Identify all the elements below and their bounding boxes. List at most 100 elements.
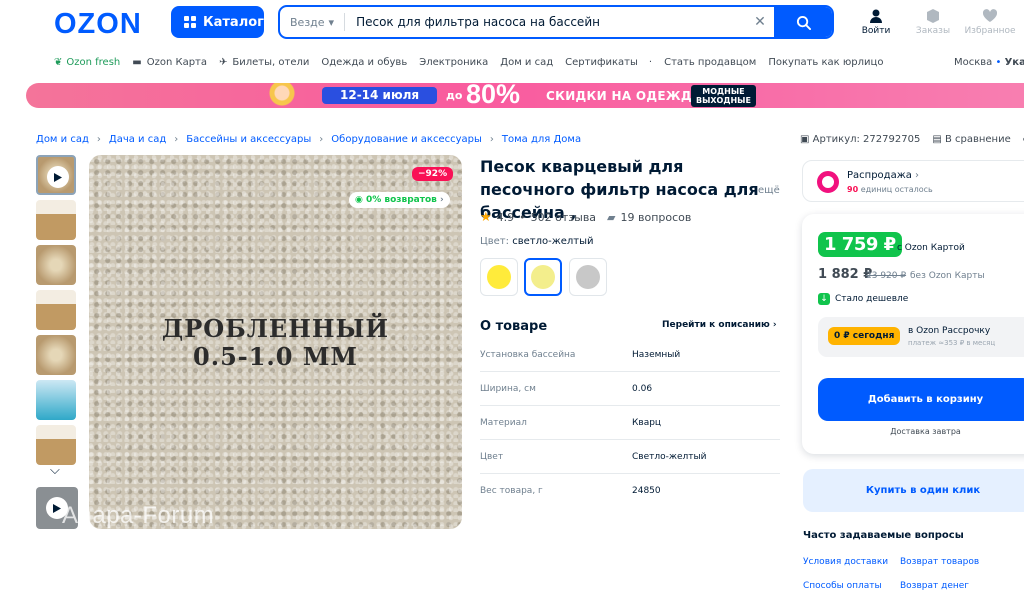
nav-item-home[interactable]: Дом и сад [500, 57, 553, 68]
user-icon [870, 9, 882, 23]
returns-badge[interactable]: ◉ 0% возвратов › [349, 192, 450, 208]
spec-value: Наземный [632, 349, 681, 360]
spec-value: Светло-желтый [632, 451, 707, 462]
faq-link-refund[interactable]: Возврат денег [900, 581, 969, 591]
seller-card[interactable]: Распродажа › 90 единиц осталось [802, 160, 1024, 202]
chevron-down-icon: ▾ [328, 15, 335, 29]
installment-offer[interactable]: 0 ₽ сегодня в Ozon Рассрочку платеж ≈353… [818, 317, 1024, 357]
article-number[interactable]: ▣ Артикул: 272792705 [800, 134, 920, 145]
swatch-dot [531, 265, 555, 289]
city-more: Укаж [1004, 57, 1024, 68]
seller-name-label: Распродажа [847, 170, 912, 181]
product-actions: ▣ Артикул: 272792705 ▤ В сравнение ➦ [800, 134, 1024, 145]
search-bar: Везде ▾ ✕ [278, 5, 834, 39]
color-label: Цвет: светло-желтый [480, 236, 593, 247]
nav-item-clothes[interactable]: Одежда и обувь [321, 57, 407, 68]
color-label-value: светло-желтый [512, 236, 594, 247]
top-nav: ❦ Ozon fresh ▬ Ozon Карта ✈ Билеты, отели О… [54, 57, 883, 68]
thumbnail-image[interactable] [36, 335, 76, 375]
thumbnail-video[interactable] [36, 155, 76, 195]
clear-icon[interactable]: ✕ [746, 14, 774, 30]
spec-key: Ширина, см [480, 383, 536, 394]
faq-link-returns[interactable]: Возврат товаров [900, 557, 979, 567]
nav-item-become-seller[interactable]: Стать продавцом [664, 57, 756, 68]
stock-info: 90 единиц осталось [847, 185, 933, 194]
arrow-down-icon: ↓ [818, 293, 830, 305]
swatch-dot [576, 265, 600, 289]
play-icon [47, 166, 69, 188]
catalog-button[interactable]: Каталог [171, 6, 264, 38]
favorites-button[interactable]: Избранное [960, 8, 1020, 36]
ozon-logo[interactable]: OZON [54, 8, 142, 41]
faq-link-delivery[interactable]: Условия доставки [803, 557, 888, 567]
price-drop-note: ↓ Стало дешевле [818, 293, 908, 305]
old-price: 23 920 ₽ [866, 271, 907, 281]
title-more-link[interactable]: ещё [758, 185, 780, 196]
image-overlay-text: ДРОБЛЕННЫЙ 0.5-1.0 ММ [89, 315, 462, 371]
breadcrumb-item[interactable]: Тома для Дома [502, 134, 581, 145]
nav-item-ozon-card[interactable]: ▬ Ozon Карта [132, 57, 207, 68]
breadcrumb-item[interactable]: Дом и сад [36, 134, 89, 145]
search-scope-select[interactable]: Везде ▾ [280, 13, 346, 31]
orders-button[interactable]: Заказы [903, 8, 963, 36]
card-icon: ▬ [132, 57, 142, 68]
chevron-right-icon: › [439, 195, 444, 205]
breadcrumb-item[interactable]: Бассейны и аксессуары [186, 134, 311, 145]
promo-banner[interactable]: 12-14 июля до 80% СКИДКИ НА ОДЕЖДУ МОДНЫ… [26, 83, 1024, 108]
nav-item-ozon-fresh[interactable]: ❦ Ozon fresh [54, 57, 120, 68]
city-label: Москва [954, 57, 993, 68]
overlay-line1: ДРОБЛЕННЫЙ [161, 314, 390, 343]
thumbnail-image[interactable] [36, 200, 76, 240]
chat-icon: ▣ [800, 134, 810, 145]
questions-count: 19 вопросов [620, 211, 692, 224]
nav-item-certificates[interactable]: Сертификаты · [565, 57, 652, 68]
rating-summary[interactable]: ★ 4.9 • 502 отзыва ▰ 19 вопросов [480, 210, 691, 225]
go-to-description-link[interactable]: Перейти к описанию › [662, 320, 777, 330]
heart-icon [982, 9, 998, 22]
buy-one-click-button[interactable]: Купить в один клик [803, 469, 1024, 512]
installment-subtitle: платеж ≈353 ₽ в месяц [908, 339, 996, 347]
compare-label: В сравнение [944, 134, 1011, 145]
thumbnail-image[interactable] [36, 380, 76, 420]
login-button[interactable]: Войти [846, 8, 906, 36]
thumbnail-image[interactable] [36, 290, 76, 330]
breadcrumb-item[interactable]: Дача и сад [109, 134, 166, 145]
search-button[interactable] [774, 7, 832, 37]
main-product-image[interactable]: ДРОБЛЕННЫЙ 0.5-1.0 ММ [89, 155, 462, 529]
installment-title: в Ozon Рассрочку [908, 326, 991, 336]
faq-link-payment[interactable]: Способы оплаты [803, 581, 882, 591]
add-to-cart-button[interactable]: Добавить в корзину [818, 378, 1024, 421]
thumbnail-image[interactable] [36, 425, 76, 465]
delivery-info: Доставка завтра [890, 427, 961, 436]
banner-badge: МОДНЫЕ ВЫХОДНЫЕ [691, 85, 756, 107]
compare-button[interactable]: ▤ В сравнение [932, 134, 1010, 145]
chevron-right-icon: › [772, 320, 777, 330]
breadcrumb-item[interactable]: Оборудование и аксессуары [331, 134, 482, 145]
article-label: Артикул: 272792705 [812, 134, 921, 145]
banner-badge-line1: МОДНЫЕ [702, 87, 745, 96]
question-icon: ▰ [607, 211, 616, 224]
login-label: Войти [861, 26, 891, 36]
spec-row: Установка бассейна Наземный [480, 338, 780, 372]
leaf-icon: ❦ [54, 57, 63, 68]
stock-text: единиц осталось [860, 185, 933, 194]
no-card-label: без Ozon Карты [910, 271, 985, 281]
color-swatch[interactable] [569, 258, 607, 296]
city-selector[interactable]: Москва • Укаж [954, 57, 1024, 68]
breadcrumb: Дом и сад › Дача и сад › Бассейны и аксесс… [36, 134, 581, 145]
nav-item-business[interactable]: Покупать как юрлицо [768, 57, 883, 68]
reviews-count: 502 отзыва [530, 211, 597, 224]
thumbnail-image[interactable] [36, 245, 76, 285]
faq-title: Часто задаваемые вопросы [803, 530, 964, 541]
nav-label: Билеты, отели [232, 57, 310, 68]
chevron-down-icon[interactable]: ⌵ [50, 463, 60, 478]
spec-key: Установка бассейна [480, 349, 576, 360]
chevron-right-icon: › [174, 134, 179, 145]
nav-item-tickets[interactable]: ✈ Билеты, отели [219, 57, 309, 68]
swatch-dot [487, 265, 511, 289]
spec-key: Вес товара, г [480, 486, 543, 496]
color-swatch[interactable] [480, 258, 518, 296]
nav-item-electronics[interactable]: Электроника [419, 57, 488, 68]
search-input[interactable] [345, 7, 746, 37]
color-swatch-selected[interactable] [524, 258, 562, 296]
